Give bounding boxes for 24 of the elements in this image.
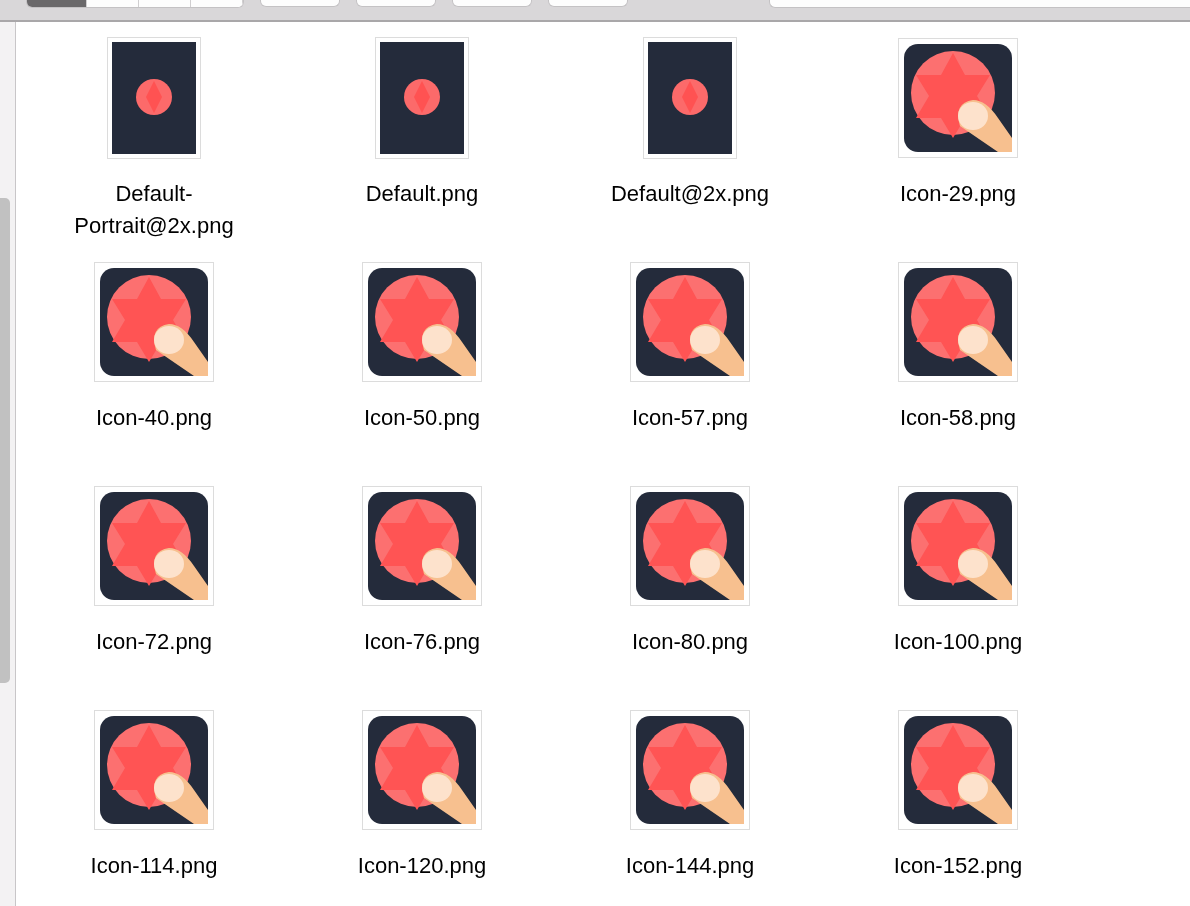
file-name[interactable]: Icon-40.png <box>54 402 254 434</box>
file-name[interactable]: Icon-50.png <box>322 402 522 434</box>
file-name[interactable]: Icon-72.png <box>54 626 254 658</box>
file-name[interactable]: Icon-100.png <box>858 626 1058 658</box>
file-name[interactable]: Icon-76.png <box>322 626 522 658</box>
file-name[interactable]: Icon-144.png <box>590 850 790 882</box>
file-name[interactable]: Icon-29.png <box>858 178 1058 210</box>
file-name[interactable]: Icon-57.png <box>590 402 790 434</box>
file-name[interactable]: Default-Portrait@2x.png <box>54 178 254 242</box>
file-name[interactable]: Default.png <box>322 178 522 210</box>
toolbar-button[interactable] <box>452 0 532 7</box>
view-mode-segment[interactable] <box>27 0 87 7</box>
file-name[interactable]: Icon-114.png <box>54 850 254 882</box>
toolbar-button[interactable] <box>548 0 628 7</box>
toolbar-button[interactable] <box>356 0 436 7</box>
toolbar-button[interactable] <box>260 0 340 7</box>
file-name[interactable]: Icon-80.png <box>590 626 790 658</box>
view-mode-control[interactable] <box>26 0 244 8</box>
file-name[interactable]: Default@2x.png <box>590 178 790 210</box>
scrollbar-thumb[interactable] <box>0 198 10 683</box>
search-field[interactable] <box>769 0 1190 8</box>
file-name[interactable]: Icon-58.png <box>858 402 1058 434</box>
file-name[interactable]: Icon-120.png <box>322 850 522 882</box>
file-name[interactable]: Icon-152.png <box>858 850 1058 882</box>
